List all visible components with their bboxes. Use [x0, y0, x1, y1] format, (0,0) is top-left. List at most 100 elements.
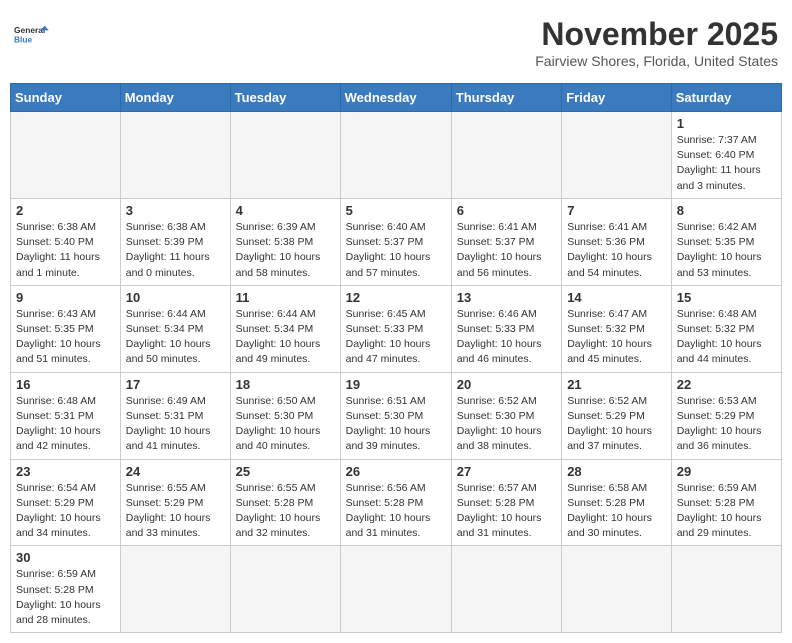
day-number: 27 — [457, 464, 556, 479]
day-number: 16 — [16, 377, 115, 392]
calendar-week-row: 1Sunrise: 7:37 AM Sunset: 6:40 PM Daylig… — [11, 112, 782, 199]
day-number: 22 — [677, 377, 776, 392]
calendar-cell: 10Sunrise: 6:44 AM Sunset: 5:34 PM Dayli… — [120, 285, 230, 372]
calendar-cell — [230, 546, 340, 633]
sun-info: Sunrise: 6:51 AM Sunset: 5:30 PM Dayligh… — [346, 394, 446, 455]
sun-info: Sunrise: 6:55 AM Sunset: 5:28 PM Dayligh… — [236, 481, 335, 542]
day-number: 17 — [126, 377, 225, 392]
weekday-header-row: SundayMondayTuesdayWednesdayThursdayFrid… — [11, 84, 782, 112]
sun-info: Sunrise: 6:48 AM Sunset: 5:32 PM Dayligh… — [677, 307, 776, 368]
sun-info: Sunrise: 6:54 AM Sunset: 5:29 PM Dayligh… — [16, 481, 115, 542]
sun-info: Sunrise: 6:39 AM Sunset: 5:38 PM Dayligh… — [236, 220, 335, 281]
day-number: 4 — [236, 203, 335, 218]
day-number: 20 — [457, 377, 556, 392]
day-number: 28 — [567, 464, 666, 479]
calendar-week-row: 23 Sunrise: 6:54 AM Sunset: 5:29 PM Dayli… — [11, 459, 782, 546]
sun-info: Sunrise: 6:49 AM Sunset: 5:31 PM Dayligh… — [126, 394, 225, 455]
calendar-cell: 27 Sunrise: 6:57 AM Sunset: 5:28 PM Dayli… — [451, 459, 561, 546]
day-number: 12 — [346, 290, 446, 305]
day-number: 24 — [126, 464, 225, 479]
title-area: November 2025 Fairview Shores, Florida, … — [535, 16, 778, 69]
weekday-header-cell: Sunday — [11, 84, 121, 112]
calendar-cell: 3Sunrise: 6:38 AM Sunset: 5:39 PM Daylig… — [120, 198, 230, 285]
logo: General Blue — [14, 16, 50, 52]
day-number: 7 — [567, 203, 666, 218]
sun-info: Sunrise: 6:53 AM Sunset: 5:29 PM Dayligh… — [677, 394, 776, 455]
calendar-cell — [340, 546, 451, 633]
calendar-cell: 15 Sunrise: 6:48 AM Sunset: 5:32 PM Dayli… — [671, 285, 781, 372]
calendar-cell: 26Sunrise: 6:56 AM Sunset: 5:28 PM Dayli… — [340, 459, 451, 546]
calendar-cell — [230, 112, 340, 199]
day-number: 6 — [457, 203, 556, 218]
calendar-cell: 2 Sunrise: 6:38 AM Sunset: 5:40 PM Daylig… — [11, 198, 121, 285]
calendar-cell — [120, 112, 230, 199]
calendar-cell: 8 Sunrise: 6:42 AM Sunset: 5:35 PM Daylig… — [671, 198, 781, 285]
sun-info: Sunrise: 6:40 AM Sunset: 5:37 PM Dayligh… — [346, 220, 446, 281]
calendar-cell: 17 Sunrise: 6:49 AM Sunset: 5:31 PM Dayli… — [120, 372, 230, 459]
calendar-cell: 13 Sunrise: 6:46 AM Sunset: 5:33 PM Dayli… — [451, 285, 561, 372]
day-number: 2 — [16, 203, 115, 218]
location-title: Fairview Shores, Florida, United States — [535, 53, 778, 69]
calendar-cell: 21Sunrise: 6:52 AM Sunset: 5:29 PM Dayli… — [562, 372, 672, 459]
calendar-cell: 1Sunrise: 7:37 AM Sunset: 6:40 PM Daylig… — [671, 112, 781, 199]
sun-info: Sunrise: 6:58 AM Sunset: 5:28 PM Dayligh… — [567, 481, 666, 542]
calendar-cell: 9Sunrise: 6:43 AM Sunset: 5:35 PM Daylig… — [11, 285, 121, 372]
calendar-cell: 6 Sunrise: 6:41 AM Sunset: 5:37 PM Daylig… — [451, 198, 561, 285]
calendar-cell: 28 Sunrise: 6:58 AM Sunset: 5:28 PM Dayli… — [562, 459, 672, 546]
day-number: 11 — [236, 290, 335, 305]
sun-info: Sunrise: 6:42 AM Sunset: 5:35 PM Dayligh… — [677, 220, 776, 281]
calendar-week-row: 16Sunrise: 6:48 AM Sunset: 5:31 PM Dayli… — [11, 372, 782, 459]
sun-info: Sunrise: 6:44 AM Sunset: 5:34 PM Dayligh… — [126, 307, 225, 368]
sun-info: Sunrise: 6:47 AM Sunset: 5:32 PM Dayligh… — [567, 307, 666, 368]
general-blue-logo: General Blue — [14, 16, 50, 52]
weekday-header-cell: Thursday — [451, 84, 561, 112]
sun-info: Sunrise: 6:59 AM Sunset: 5:28 PM Dayligh… — [16, 567, 115, 628]
weekday-header-cell: Tuesday — [230, 84, 340, 112]
calendar-cell: 20 Sunrise: 6:52 AM Sunset: 5:30 PM Dayli… — [451, 372, 561, 459]
day-number: 13 — [457, 290, 556, 305]
day-number: 25 — [236, 464, 335, 479]
sun-info: Sunrise: 6:44 AM Sunset: 5:34 PM Dayligh… — [236, 307, 335, 368]
sun-info: Sunrise: 6:50 AM Sunset: 5:30 PM Dayligh… — [236, 394, 335, 455]
calendar-cell — [340, 112, 451, 199]
sun-info: Sunrise: 6:57 AM Sunset: 5:28 PM Dayligh… — [457, 481, 556, 542]
day-number: 15 — [677, 290, 776, 305]
sun-info: Sunrise: 6:43 AM Sunset: 5:35 PM Dayligh… — [16, 307, 115, 368]
weekday-header-cell: Monday — [120, 84, 230, 112]
sun-info: Sunrise: 6:52 AM Sunset: 5:30 PM Dayligh… — [457, 394, 556, 455]
day-number: 30 — [16, 550, 115, 565]
day-number: 26 — [346, 464, 446, 479]
sun-info: Sunrise: 6:41 AM Sunset: 5:37 PM Dayligh… — [457, 220, 556, 281]
calendar-cell — [120, 546, 230, 633]
sun-info: Sunrise: 6:38 AM Sunset: 5:40 PM Dayligh… — [16, 220, 115, 281]
calendar-cell: 7Sunrise: 6:41 AM Sunset: 5:36 PM Daylig… — [562, 198, 672, 285]
day-number: 23 — [16, 464, 115, 479]
calendar-cell: 23 Sunrise: 6:54 AM Sunset: 5:29 PM Dayli… — [11, 459, 121, 546]
calendar-cell: 29 Sunrise: 6:59 AM Sunset: 5:28 PM Dayli… — [671, 459, 781, 546]
sun-info: Sunrise: 6:46 AM Sunset: 5:33 PM Dayligh… — [457, 307, 556, 368]
day-number: 29 — [677, 464, 776, 479]
weekday-header-cell: Friday — [562, 84, 672, 112]
weekday-header-cell: Saturday — [671, 84, 781, 112]
day-number: 5 — [346, 203, 446, 218]
sun-info: Sunrise: 6:59 AM Sunset: 5:28 PM Dayligh… — [677, 481, 776, 542]
calendar-cell: 22 Sunrise: 6:53 AM Sunset: 5:29 PM Dayli… — [671, 372, 781, 459]
calendar-body: 1Sunrise: 7:37 AM Sunset: 6:40 PM Daylig… — [11, 112, 782, 633]
calendar-cell — [11, 112, 121, 199]
calendar-cell — [671, 546, 781, 633]
day-number: 14 — [567, 290, 666, 305]
month-title: November 2025 — [535, 16, 778, 53]
day-number: 21 — [567, 377, 666, 392]
calendar-cell: 18 Sunrise: 6:50 AM Sunset: 5:30 PM Dayli… — [230, 372, 340, 459]
day-number: 3 — [126, 203, 225, 218]
calendar-cell: 25 Sunrise: 6:55 AM Sunset: 5:28 PM Dayli… — [230, 459, 340, 546]
svg-text:General: General — [14, 25, 45, 35]
calendar-cell: 14 Sunrise: 6:47 AM Sunset: 5:32 PM Dayli… — [562, 285, 672, 372]
day-number: 1 — [677, 116, 776, 131]
calendar-week-row: 30 Sunrise: 6:59 AM Sunset: 5:28 PM Dayli… — [11, 546, 782, 633]
calendar-cell: 16Sunrise: 6:48 AM Sunset: 5:31 PM Dayli… — [11, 372, 121, 459]
day-number: 19 — [346, 377, 446, 392]
calendar-cell — [451, 112, 561, 199]
day-number: 8 — [677, 203, 776, 218]
day-number: 18 — [236, 377, 335, 392]
